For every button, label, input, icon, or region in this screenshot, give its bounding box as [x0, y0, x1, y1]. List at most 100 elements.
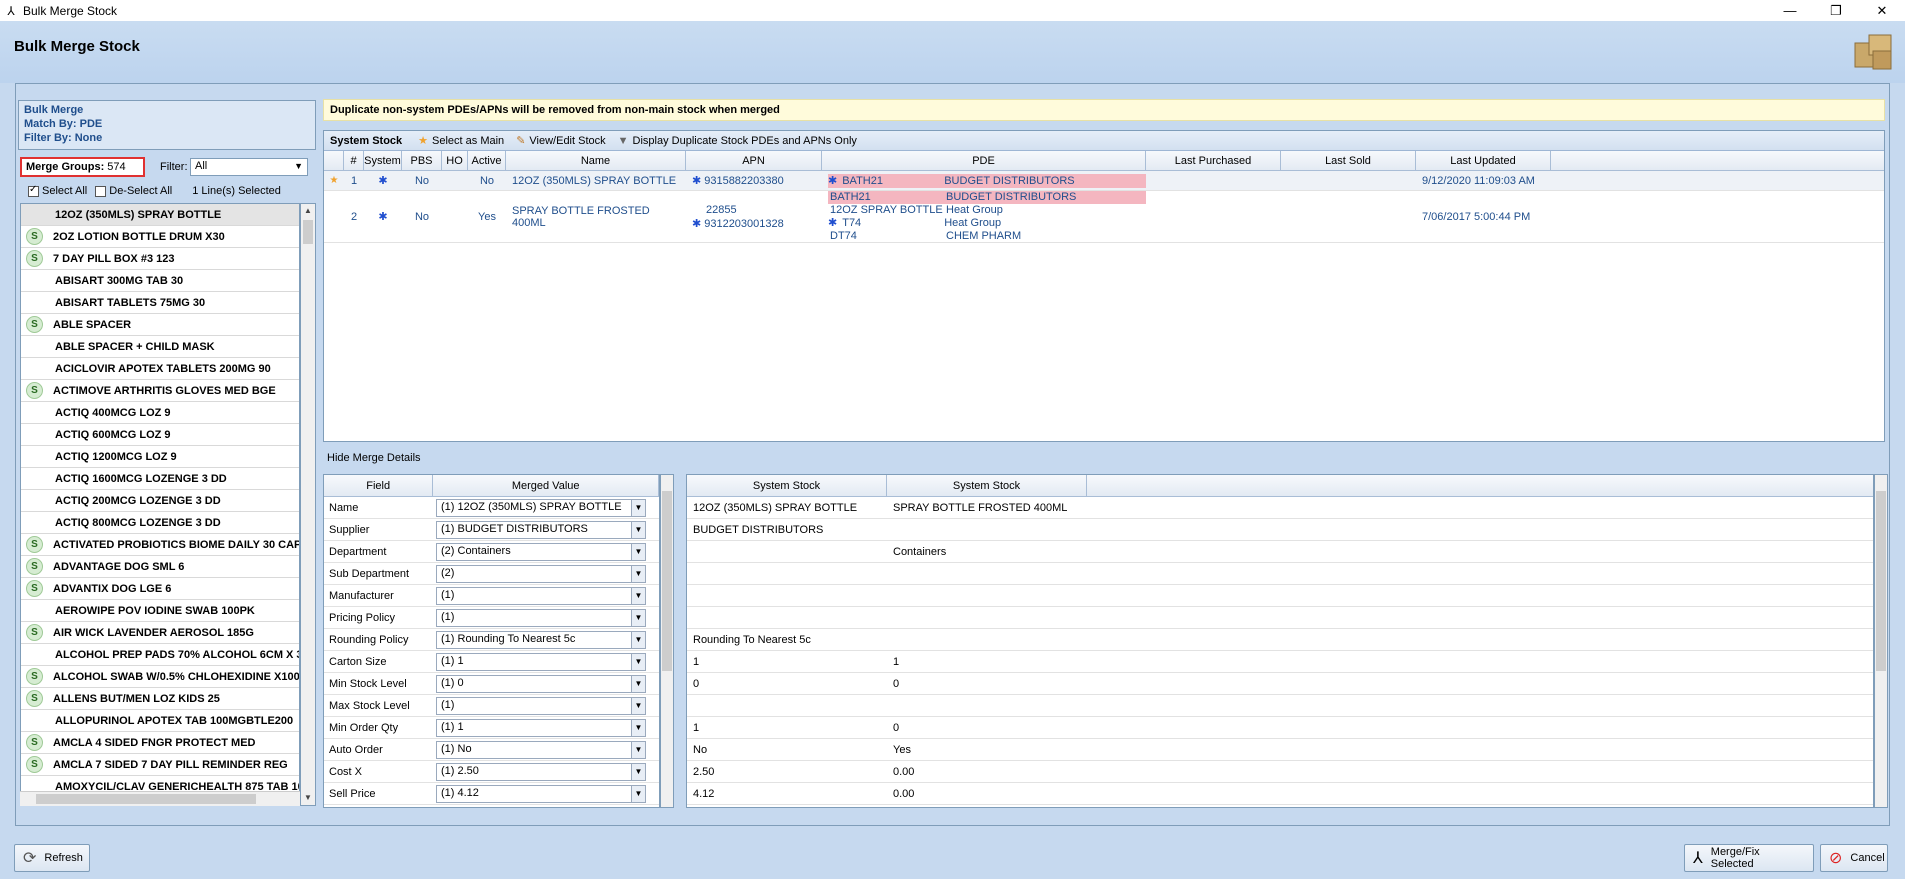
- col-pbs[interactable]: PBS: [402, 151, 442, 170]
- select-all-checkbox[interactable]: [28, 184, 39, 197]
- group-list-item[interactable]: S 2OZ LOTION BOTTLE DRUM X30: [21, 226, 299, 248]
- col-ho[interactable]: HO: [442, 151, 468, 170]
- group-list-hscrollbar[interactable]: [20, 791, 300, 806]
- compare-row: 11: [687, 651, 1873, 673]
- group-list-item[interactable]: S ACTIMOVE ARTHRITIS GLOVES MED BGE: [21, 380, 299, 402]
- group-list-item[interactable]: ABISART TABLETS 75MG 30: [21, 292, 299, 314]
- merge-groups-label: Merge Groups:: [26, 161, 105, 173]
- hscroll-thumb[interactable]: [36, 794, 256, 804]
- compare-scroll-thumb[interactable]: [1876, 491, 1886, 671]
- group-list-item[interactable]: ACTIQ 400MCG LOZ 9: [21, 402, 299, 424]
- scroll-thumb[interactable]: [303, 220, 313, 244]
- scroll-up-icon[interactable]: ▲: [301, 204, 315, 218]
- display-duplicates-button[interactable]: ▼ Display Duplicate Stock PDEs and APNs O…: [618, 135, 857, 147]
- col-last-updated[interactable]: Last Updated: [1416, 151, 1551, 170]
- refresh-button[interactable]: ⟳ Refresh: [14, 844, 90, 872]
- status-badge: S: [26, 228, 43, 245]
- group-list-item[interactable]: S AMCLA 7 SIDED 7 DAY PILL REMINDER REG: [21, 754, 299, 776]
- merged-value-select[interactable]: (1) BUDGET DISTRIBUTORS ▼: [436, 520, 646, 539]
- group-list-item[interactable]: ALCOHOL PREP PADS 70% ALCOHOL 6CM X 3CM: [21, 644, 299, 666]
- col-name[interactable]: Name: [506, 151, 686, 170]
- group-list-item[interactable]: ACTIQ 800MCG LOZENGE 3 DD: [21, 512, 299, 534]
- col-system[interactable]: System: [364, 151, 402, 170]
- active-cell: No: [479, 174, 495, 187]
- compare-value-b: 0: [893, 677, 900, 690]
- merge-group-list[interactable]: 12OZ (350MLS) SPRAY BOTTLE S 2OZ LOTION BO…: [20, 203, 300, 806]
- merged-value-select[interactable]: (1) ▼: [436, 696, 646, 715]
- compare-grid-scrollbar[interactable]: [1874, 474, 1888, 808]
- group-list-item[interactable]: ACTIQ 1200MCG LOZ 9: [21, 446, 299, 468]
- merged-value-select[interactable]: (1) 0 ▼: [436, 674, 646, 693]
- merged-value-select[interactable]: (1) ▼: [436, 608, 646, 627]
- view-edit-button[interactable]: ✎ View/Edit Stock: [516, 134, 605, 148]
- group-list-item[interactable]: S ALLENS BUT/MEN LOZ KIDS 25: [21, 688, 299, 710]
- group-list-item[interactable]: ACTIQ 200MCG LOZENGE 3 DD: [21, 490, 299, 512]
- group-list-item[interactable]: AEROWIPE POV IODINE SWAB 100PK: [21, 600, 299, 622]
- ho-cell: [442, 171, 468, 190]
- group-item-label: ACTIQ 200MCG LOZENGE 3 DD: [55, 494, 221, 507]
- merged-value-select[interactable]: (1) ▼: [436, 586, 646, 605]
- field-scroll-thumb[interactable]: [662, 491, 672, 671]
- group-list-item[interactable]: S ADVANTAGE DOG SML 6: [21, 556, 299, 578]
- filter-select[interactable]: All ▼: [190, 158, 308, 176]
- last-updated-cell: 7/06/2017 5:00:44 PM: [1422, 210, 1531, 223]
- status-badge: S: [26, 668, 43, 685]
- merged-value-select[interactable]: (1) 2.50 ▼: [436, 762, 646, 781]
- group-list-item[interactable]: S AIR WICK LAVENDER AEROSOL 185G: [21, 622, 299, 644]
- group-list-item[interactable]: 12OZ (350MLS) SPRAY BOTTLE: [21, 204, 299, 226]
- group-list-item[interactable]: S AMCLA 4 SIDED FNGR PROTECT MED: [21, 732, 299, 754]
- group-item-label: AEROWIPE POV IODINE SWAB 100PK: [55, 604, 255, 617]
- group-list-scrollbar[interactable]: ▲ ▼: [300, 203, 316, 806]
- group-list-item[interactable]: ABISART 300MG TAB 30: [21, 270, 299, 292]
- field-grid-scrollbar[interactable]: [660, 474, 674, 808]
- group-list-item[interactable]: S ACTIVATED PROBIOTICS BIOME DAILY 30 CAP…: [21, 534, 299, 556]
- select-main-label: Select as Main: [432, 134, 505, 147]
- group-list-item[interactable]: S 7 DAY PILL BOX #3 123: [21, 248, 299, 270]
- group-list-item[interactable]: ACTIQ 600MCG LOZ 9: [21, 424, 299, 446]
- col-pde[interactable]: PDE: [822, 151, 1146, 170]
- compare-value-b: 0.00: [893, 787, 915, 800]
- merged-value-select[interactable]: (1) 12OZ (350MLS) SPRAY BOTTLE ▼: [436, 498, 646, 517]
- hide-merge-details-link[interactable]: Hide Merge Details: [327, 452, 421, 464]
- group-list-item[interactable]: ABLE SPACER + CHILD MASK: [21, 336, 299, 358]
- compare-value-a: 4.12: [693, 787, 715, 800]
- merged-value-select[interactable]: (1) 1 ▼: [436, 652, 646, 671]
- merged-value-select[interactable]: (2) ▼: [436, 564, 646, 583]
- merged-value-select[interactable]: (1) 1 ▼: [436, 718, 646, 737]
- col-num[interactable]: #: [344, 151, 364, 170]
- restore-button[interactable]: ❐: [1813, 0, 1859, 21]
- group-list-item[interactable]: ALLOPURINOL APOTEX TAB 100MGBTLE200: [21, 710, 299, 732]
- merge-fix-button[interactable]: ⅄ Merge/Fix Selected: [1684, 844, 1814, 872]
- group-list-item[interactable]: ACICLOVIR APOTEX TABLETS 200MG 90: [21, 358, 299, 380]
- pde-supplier: BUDGET DISTRIBUTORS: [946, 191, 1077, 204]
- field-name: Cost X: [329, 765, 363, 778]
- minimize-button[interactable]: —: [1767, 0, 1813, 21]
- group-list-item[interactable]: S ALCOHOL SWAB W/0.5% CHLOHEXIDINE X100: [21, 666, 299, 688]
- stock-row[interactable]: ★ 1 ✱ No No 12OZ (350MLS) SPRAY BOTTLE ✱ 931588…: [324, 171, 1884, 191]
- deselect-all-label[interactable]: De-Select All: [109, 185, 172, 197]
- deselect-all-checkbox[interactable]: [95, 185, 107, 197]
- merged-value-select[interactable]: (1) 4.12 ▼: [436, 784, 646, 803]
- merged-value-select[interactable]: (1) Rounding To Nearest 5c ▼: [436, 630, 646, 649]
- merged-value-select[interactable]: (2) Containers ▼: [436, 542, 646, 561]
- group-item-label: ABISART TABLETS 75MG 30: [55, 296, 206, 309]
- compare-grid-header: System Stock System Stock: [687, 475, 1873, 497]
- select-all-label[interactable]: Select All: [42, 185, 87, 197]
- group-item-label: AMCLA 4 SIDED FNGR PROTECT MED: [53, 736, 256, 749]
- last-sold-cell: [1281, 191, 1416, 242]
- group-item-label: ABISART 300MG TAB 30: [55, 274, 184, 287]
- col-apn[interactable]: APN: [686, 151, 822, 170]
- group-list-item[interactable]: S ADVANTIX DOG LGE 6: [21, 578, 299, 600]
- group-list-item[interactable]: ACTIQ 1600MCG LOZENGE 3 DD: [21, 468, 299, 490]
- col-last-purchased[interactable]: Last Purchased: [1146, 151, 1281, 170]
- scroll-down-icon[interactable]: ▼: [301, 791, 315, 805]
- merged-value: (2) Containers: [441, 544, 511, 557]
- col-last-sold[interactable]: Last Sold: [1281, 151, 1416, 170]
- group-list-item[interactable]: S ABLE SPACER: [21, 314, 299, 336]
- merged-value-select[interactable]: (1) No ▼: [436, 740, 646, 759]
- select-main-button[interactable]: ★ Select as Main: [418, 134, 505, 148]
- cancel-button[interactable]: ⊘ Cancel: [1820, 844, 1888, 872]
- col-active[interactable]: Active: [468, 151, 506, 170]
- stock-row[interactable]: 2 ✱ No Yes SPRAY BOTTLE FROSTED 400ML 22855 ✱ 9…: [324, 191, 1884, 243]
- close-button[interactable]: ✕: [1859, 0, 1905, 21]
